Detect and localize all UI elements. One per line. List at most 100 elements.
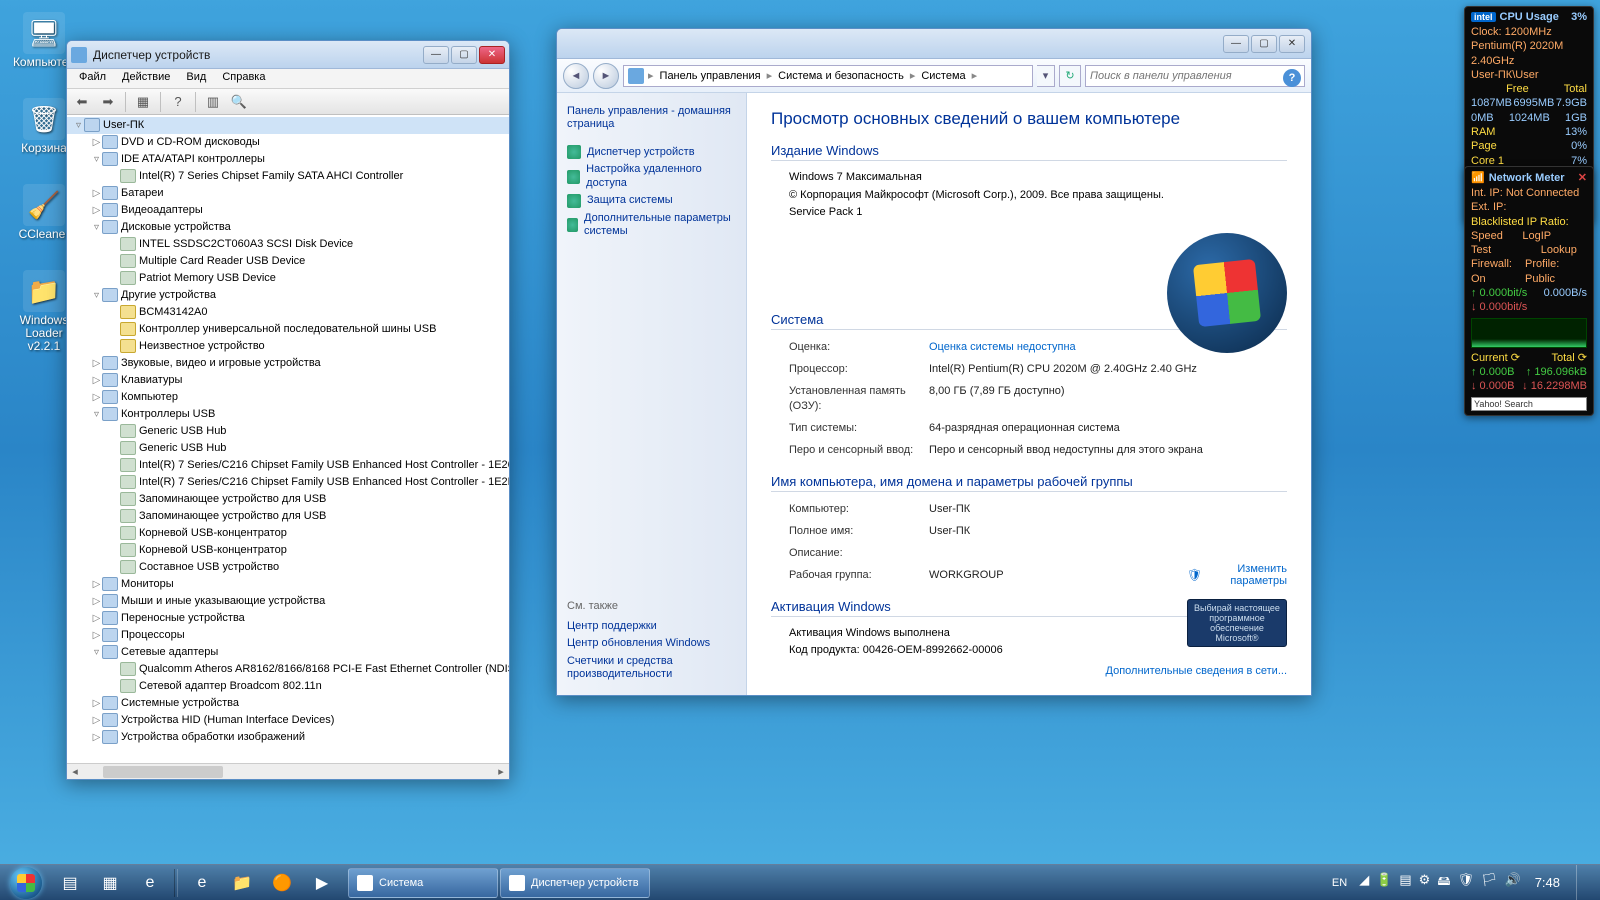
tree-node[interactable]: Qualcomm Atheros AR8162/8166/8168 PCI-E … [67,661,509,678]
device-tree[interactable]: ▿User-ПК▷DVD и CD-ROM дисководы▿IDE ATA/… [67,115,509,763]
tree-node[interactable]: ▷Процессоры [67,627,509,644]
minimize-button[interactable]: — [1223,35,1249,53]
tree-node[interactable]: ▿Контроллеры USB [67,406,509,423]
tree-node[interactable]: Intel(R) 7 Series Chipset Family SATA AH… [67,168,509,185]
language-indicator[interactable]: EN [1328,877,1351,889]
breadcrumb-item[interactable]: Система [919,70,967,82]
tree-node[interactable]: ▷Звуковые, видео и игровые устройства [67,355,509,372]
gadget-search[interactable] [1471,397,1587,411]
breadcrumb-item[interactable]: Панель управления [658,70,763,82]
search-input[interactable] [1090,70,1286,82]
clock[interactable]: 7:48 [1529,875,1566,890]
tree-node[interactable]: BCM43142A0 [67,304,509,321]
tree-node[interactable]: ▿Дисковые устройства [67,219,509,236]
taskbar-pinned[interactable]: e [182,868,222,898]
tree-node[interactable]: ▿Другие устройства [67,287,509,304]
tree-node[interactable]: Неизвестное устройство [67,338,509,355]
tree-node[interactable]: Составное USB устройство [67,559,509,576]
breadcrumb-item[interactable]: Система и безопасность [776,70,906,82]
sidebar-link[interactable]: Дополнительные параметры системы [567,210,736,240]
maximize-button[interactable]: ▢ [451,46,477,64]
tree-node[interactable]: Intel(R) 7 Series/C216 Chipset Family US… [67,457,509,474]
tree-node[interactable]: ▷Мониторы [67,576,509,593]
horizontal-scrollbar[interactable]: ◂▸ [67,763,509,779]
sidebar-home-link[interactable]: Панель управления - домашняя страница [567,105,736,131]
tray-icon[interactable]: 🏳 [1481,872,1498,894]
tree-node[interactable]: Generic USB Hub [67,423,509,440]
taskbar-task[interactable]: Диспетчер устройств [500,868,650,898]
close-button[interactable]: ✕ [1279,35,1305,53]
nav-back[interactable]: ◄ [563,63,589,89]
tray-icon[interactable]: 🔋 [1376,872,1392,894]
tree-node[interactable]: Запоминающее устройство для USB [67,491,509,508]
breadcrumb[interactable]: ▸Панель управления▸Система и безопасност… [623,65,1033,87]
tray-icon[interactable]: ◢ [1359,872,1369,894]
tree-node[interactable]: Запоминающее устройство для USB [67,508,509,525]
devmgr-titlebar[interactable]: Диспетчер устройств — ▢ ✕ [67,41,509,69]
taskbar-task[interactable]: Система [348,868,498,898]
forward-button[interactable]: ➡ [97,91,119,113]
tree-node[interactable]: ▷Компьютер [67,389,509,406]
tree-node[interactable]: ▷Мыши и иные указывающие устройства [67,593,509,610]
genuine-badge[interactable]: Выбирай настоящее программное обеспечени… [1187,599,1287,647]
see-also-link[interactable]: Центр поддержки [567,618,736,635]
properties-button[interactable]: ▥ [202,91,224,113]
start-button[interactable] [4,867,48,899]
tree-node[interactable]: ▷Видеоадаптеры [67,202,509,219]
tree-node[interactable]: Корневой USB-концентратор [67,542,509,559]
view-button[interactable]: ▦ [132,91,154,113]
tree-node[interactable]: ▷Батареи [67,185,509,202]
see-also-link[interactable]: Счетчики и средства производительности [567,653,736,683]
breadcrumb-dropdown[interactable]: ▾ [1037,65,1055,87]
tray-icon[interactable]: 🛡 [1457,872,1474,894]
tree-node[interactable]: Intel(R) 7 Series/C216 Chipset Family US… [67,474,509,491]
search-box[interactable]: 🔍 [1085,65,1305,87]
tree-node[interactable]: ▷DVD и CD-ROM дисководы [67,134,509,151]
more-info-link[interactable]: Дополнительные сведения в сети... [1106,665,1288,677]
tray-icon[interactable]: ⚙ [1419,872,1431,894]
tree-node[interactable]: ▷Устройства HID (Human Interface Devices… [67,712,509,729]
taskbar-pinned[interactable]: e [130,868,170,898]
minimize-button[interactable]: — [423,46,449,64]
change-settings-link[interactable]: Изменить параметры [1187,563,1287,587]
scan-button[interactable]: 🔍 [228,91,250,113]
tree-node[interactable]: ▿Сетевые адаптеры [67,644,509,661]
tray-icon[interactable]: 🔊 [1505,872,1521,894]
refresh-button[interactable]: ↻ [1059,65,1081,87]
tree-node[interactable]: ▷Устройства обработки изображений [67,729,509,746]
tree-root[interactable]: ▿User-ПК [67,117,509,134]
menu-item[interactable]: Вид [178,69,214,88]
taskbar-pinned[interactable]: ▤ [50,868,90,898]
tree-node[interactable]: ▷Переносные устройства [67,610,509,627]
tray-icon[interactable]: ▤ [1399,872,1411,894]
scroll-thumb[interactable] [103,766,223,778]
tree-node[interactable]: ▷Клавиатуры [67,372,509,389]
tree-node[interactable]: ▷Системные устройства [67,695,509,712]
tree-node[interactable]: INTEL SSDSC2CT060A3 SCSI Disk Device [67,236,509,253]
tree-node[interactable]: Multiple Card Reader USB Device [67,253,509,270]
show-desktop-button[interactable] [1576,865,1588,900]
tree-node[interactable]: Сетевой адаптер Broadcom 802.11n [67,678,509,695]
sidebar-link[interactable]: Защита системы [567,192,736,210]
sidebar-link[interactable]: Настройка удаленного доступа [567,161,736,191]
help-icon[interactable]: ? [1283,69,1301,87]
taskbar-pinned[interactable]: ▦ [90,868,130,898]
sidebar-link[interactable]: Диспетчер устройств [567,143,736,161]
tree-node[interactable]: ▿IDE ATA/ATAPI контроллеры [67,151,509,168]
back-button[interactable]: ⬅ [71,91,93,113]
network-meter-gadget[interactable]: 📶Network Meter✕ Int. IP: Not Connected E… [1464,166,1594,416]
system-titlebar[interactable]: — ▢ ✕ [557,29,1311,59]
menu-item[interactable]: Справка [214,69,273,88]
menu-item[interactable]: Файл [71,69,114,88]
taskbar-pinned[interactable]: 🟠 [262,868,302,898]
see-also-link[interactable]: Центр обновления Windows [567,635,736,652]
close-button[interactable]: ✕ [479,46,505,64]
help-button[interactable]: ? [167,91,189,113]
taskbar-pinned[interactable]: 📁 [222,868,262,898]
tree-node[interactable]: Контроллер универсальной последовательно… [67,321,509,338]
tree-node[interactable]: Patriot Memory USB Device [67,270,509,287]
tree-node[interactable]: Корневой USB-концентратор [67,525,509,542]
taskbar-pinned[interactable]: ▶ [302,868,342,898]
tree-node[interactable]: Generic USB Hub [67,440,509,457]
maximize-button[interactable]: ▢ [1251,35,1277,53]
